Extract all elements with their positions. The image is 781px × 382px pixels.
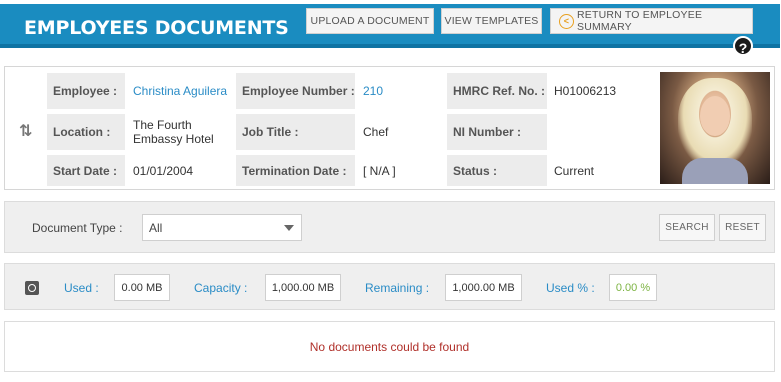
employee-name-link[interactable]: Christina Aguilera: [127, 73, 235, 109]
used-value: 0.00 MB: [114, 274, 170, 301]
swap-vertical-icon[interactable]: ⇅: [19, 121, 32, 141]
start-date-value: 01/01/2004: [133, 163, 194, 178]
remaining-label: Remaining :: [365, 281, 430, 295]
capacity-value: 1,000.00 MB: [265, 274, 341, 301]
upload-document-button[interactable]: UPLOAD A DOCUMENT: [306, 8, 434, 34]
termination-date-label: Termination Date :: [236, 155, 355, 186]
termination-date-value: [ N/A ]: [363, 163, 396, 178]
header-tab-gap: [0, 0, 300, 4]
return-to-summary-label: RETURN TO EMPLOYEE SUMMARY: [577, 9, 703, 33]
used-percent-label: Used % :: [546, 281, 595, 295]
job-title-value: Chef: [363, 125, 389, 139]
search-button[interactable]: SEARCH: [659, 214, 715, 241]
start-date-label: Start Date :: [47, 155, 125, 186]
documents-results: No documents could be found: [4, 321, 775, 372]
return-to-summary-button[interactable]: < RETURN TO EMPLOYEE SUMMARY: [550, 8, 753, 34]
hmrc-ref-value: H01006213: [554, 84, 617, 98]
location-value: The Fourth Embassy Hotel: [133, 118, 214, 146]
employee-number-link[interactable]: 210: [357, 73, 445, 109]
capacity-label: Capacity :: [194, 281, 248, 295]
document-type-value: All: [149, 220, 163, 235]
ni-number-label: NI Number :: [447, 114, 547, 150]
employee-label: Employee :: [47, 73, 125, 109]
empty-results-message: No documents could be found: [309, 339, 470, 354]
document-type-select[interactable]: All: [142, 214, 302, 241]
hmrc-ref-label: HMRC Ref. No. :: [447, 73, 547, 109]
view-templates-button[interactable]: VIEW TEMPLATES: [441, 8, 542, 34]
storage-icon: [25, 281, 39, 295]
back-arrow-icon: <: [559, 14, 574, 29]
remaining-value: 1,000.00 MB: [445, 274, 522, 301]
location-label: Location :: [47, 114, 125, 150]
job-title-label: Job Title :: [236, 114, 355, 150]
document-filter-panel: Document Type : All SEARCH RESET: [4, 201, 775, 253]
document-type-label: Document Type :: [32, 221, 123, 235]
employee-details-panel: ⇅ Employee : Christina Aguilera Employee…: [4, 66, 775, 190]
chevron-down-icon: [284, 225, 294, 231]
page-header: EMPLOYEES DOCUMENTS UPLOAD A DOCUMENT VI…: [0, 0, 781, 56]
ni-number-value: [548, 114, 656, 150]
used-label: Used :: [64, 281, 99, 295]
page-title: EMPLOYEES DOCUMENTS: [24, 17, 289, 39]
status-value: Current: [554, 163, 595, 178]
status-label: Status :: [447, 155, 547, 186]
photo-face: [700, 96, 730, 136]
reset-button[interactable]: RESET: [719, 214, 766, 241]
help-icon[interactable]: ?: [733, 36, 753, 56]
photo-dress: [682, 158, 748, 184]
used-percent-value: 0.00 %: [609, 274, 657, 301]
storage-usage-panel: Used : 0.00 MB Capacity : 1,000.00 MB Re…: [4, 263, 775, 310]
employee-number-label: Employee Number :: [236, 73, 355, 109]
employee-photo: [660, 72, 770, 184]
